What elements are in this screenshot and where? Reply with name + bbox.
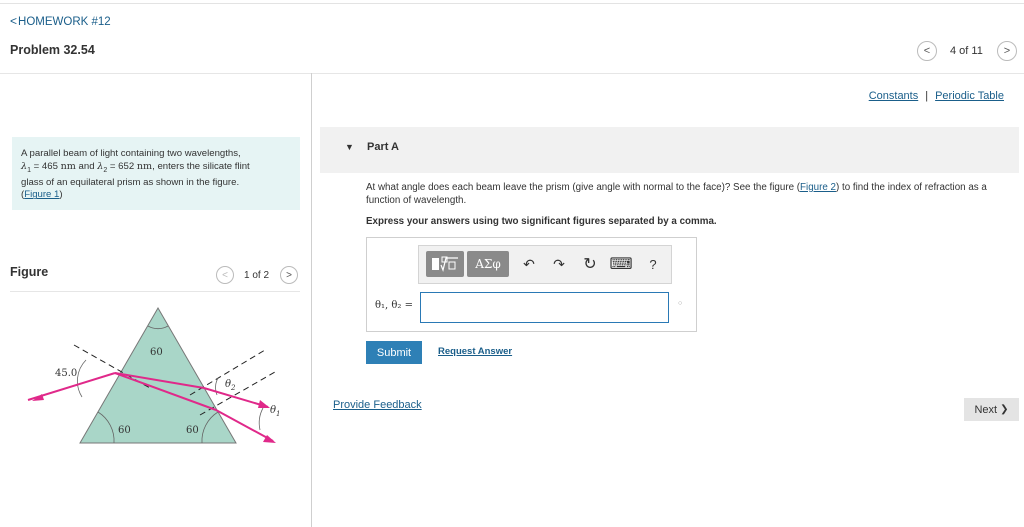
back-to-homework-link[interactable]: <HOMEWORK #12 <box>10 14 111 28</box>
help-icon[interactable]: ? <box>642 253 664 275</box>
reference-links: Constants | Periodic Table <box>869 90 1004 102</box>
chevron-right-icon: ❯ <box>1000 404 1009 415</box>
part-a-label: Part A <box>367 141 399 153</box>
input-status-icon: ○ <box>678 300 683 307</box>
keyboard-icon[interactable]: ⌨ <box>609 253 632 275</box>
figure-2-link[interactable]: Figure 2 <box>800 182 836 193</box>
submit-button[interactable]: Submit <box>366 341 422 364</box>
angle-label-right: 60 <box>186 425 199 436</box>
next-problem-button[interactable]: > <box>997 41 1017 61</box>
prism-shape <box>79 307 237 444</box>
angle-label-left: 60 <box>118 425 131 436</box>
figure-prev-button[interactable]: < <box>216 266 234 284</box>
problem-line-1: A parallel beam of light containing two … <box>21 148 241 159</box>
figure-divider <box>10 291 300 292</box>
next-button[interactable]: Next ❯ <box>964 398 1019 421</box>
chevron-left-icon: < <box>923 45 931 57</box>
chevron-right-icon: > <box>1003 45 1011 57</box>
theta1-label: θ1 <box>270 405 281 418</box>
figure-pager-text: 1 of 2 <box>244 270 270 281</box>
part-a-header[interactable] <box>320 127 1019 173</box>
collapse-triangle-icon[interactable]: ▼ <box>345 142 354 152</box>
answer-label: θ₁, θ₂ = <box>375 300 413 311</box>
top-border <box>0 3 1024 4</box>
request-answer-link[interactable]: Request Answer <box>438 346 512 357</box>
greek-symbols-button[interactable]: ΑΣφ <box>467 251 509 277</box>
problem-statement: A parallel beam of light containing two … <box>12 137 300 210</box>
incidence-angle-arc <box>77 359 87 398</box>
templates-icon <box>432 256 458 272</box>
prev-problem-button[interactable]: < <box>917 41 937 61</box>
incidence-angle-label: 45.0 <box>55 368 77 379</box>
templates-button[interactable] <box>426 251 464 277</box>
problem-pager-text: 4 of 11 <box>950 45 983 57</box>
undo-icon[interactable]: ↶ <box>518 253 540 275</box>
constants-link[interactable]: Constants <box>869 90 919 102</box>
theta2-label: θ2 <box>225 379 236 392</box>
periodic-table-link[interactable]: Periodic Table <box>935 90 1004 102</box>
problem-line-2: λ1 = 465 nm and λ2 = 652 nm, enters the … <box>21 160 250 174</box>
chevron-left-icon: < <box>10 14 18 28</box>
header-divider <box>0 73 1024 74</box>
prism-figure: 60 60 60 45.0 θ2 θ1 <box>27 307 281 444</box>
provide-feedback-link[interactable]: Provide Feedback <box>333 399 422 411</box>
chevron-left-icon: < <box>222 269 228 281</box>
figure-heading: Figure <box>10 265 49 279</box>
back-link-label: HOMEWORK #12 <box>18 16 111 28</box>
links-separator: | <box>925 90 929 102</box>
reset-icon[interactable]: ↻ <box>579 253 601 275</box>
figure-1-link[interactable]: Figure 1 <box>24 189 59 200</box>
exit-arrowhead-1 <box>258 400 270 408</box>
answer-instruction: Express your answers using two significa… <box>366 216 717 227</box>
question-text: At what angle does each beam leave the p… <box>366 182 987 206</box>
theta1-angle-arc <box>258 407 264 431</box>
redo-icon[interactable]: ↷ <box>548 253 570 275</box>
angle-label-top: 60 <box>150 347 163 358</box>
problem-line-3: glass of an equilateral prism as shown i… <box>21 176 240 188</box>
problem-title: Problem 32.54 <box>10 43 95 57</box>
pane-divider <box>311 73 312 527</box>
math-toolbar: ΑΣφ ↶ ↷ ↻ ⌨ ? <box>418 245 672 284</box>
answer-input[interactable] <box>420 292 669 323</box>
chevron-right-icon: > <box>286 269 292 281</box>
figure-next-button[interactable]: > <box>280 266 298 284</box>
problem-line-4: (Figure 1) <box>21 189 63 201</box>
next-label: Next <box>974 403 998 416</box>
